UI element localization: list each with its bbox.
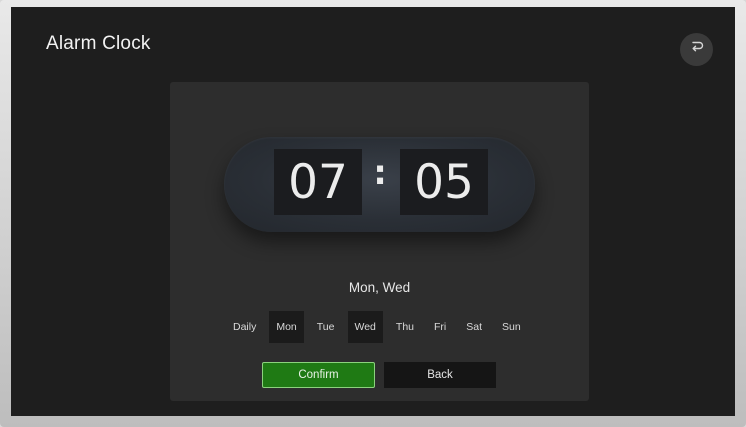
back-button[interactable]: Back (384, 362, 496, 388)
confirm-button[interactable]: Confirm (262, 362, 375, 388)
device-frame: Alarm Clock 07 : 05 Mon, Wed Daily Mon T… (0, 0, 746, 427)
return-button[interactable] (680, 33, 713, 66)
day-fri[interactable]: Fri (427, 311, 453, 343)
minutes-picker[interactable]: 05 (400, 149, 488, 215)
day-selector: Daily Mon Tue Wed Thu Fri Sat Sun (226, 311, 534, 343)
selected-days-summary: Mon, Wed (348, 280, 411, 295)
day-daily[interactable]: Daily (226, 311, 263, 343)
day-sat[interactable]: Sat (459, 311, 489, 343)
day-sun[interactable]: Sun (495, 311, 528, 343)
return-arrow-icon (689, 39, 705, 60)
day-tue[interactable]: Tue (310, 311, 342, 343)
day-mon[interactable]: Mon (269, 311, 304, 343)
alarm-settings-panel: 07 : 05 Mon, Wed Daily Mon Tue Wed Thu F… (170, 82, 589, 401)
alarm-screen: Alarm Clock 07 : 05 Mon, Wed Daily Mon T… (11, 7, 735, 416)
time-separator: : (373, 153, 387, 193)
day-thu[interactable]: Thu (389, 311, 421, 343)
page-title: Alarm Clock (46, 33, 151, 54)
time-display: 07 : 05 (224, 137, 535, 232)
day-wed[interactable]: Wed (347, 311, 383, 343)
hours-picker[interactable]: 07 (274, 149, 362, 215)
